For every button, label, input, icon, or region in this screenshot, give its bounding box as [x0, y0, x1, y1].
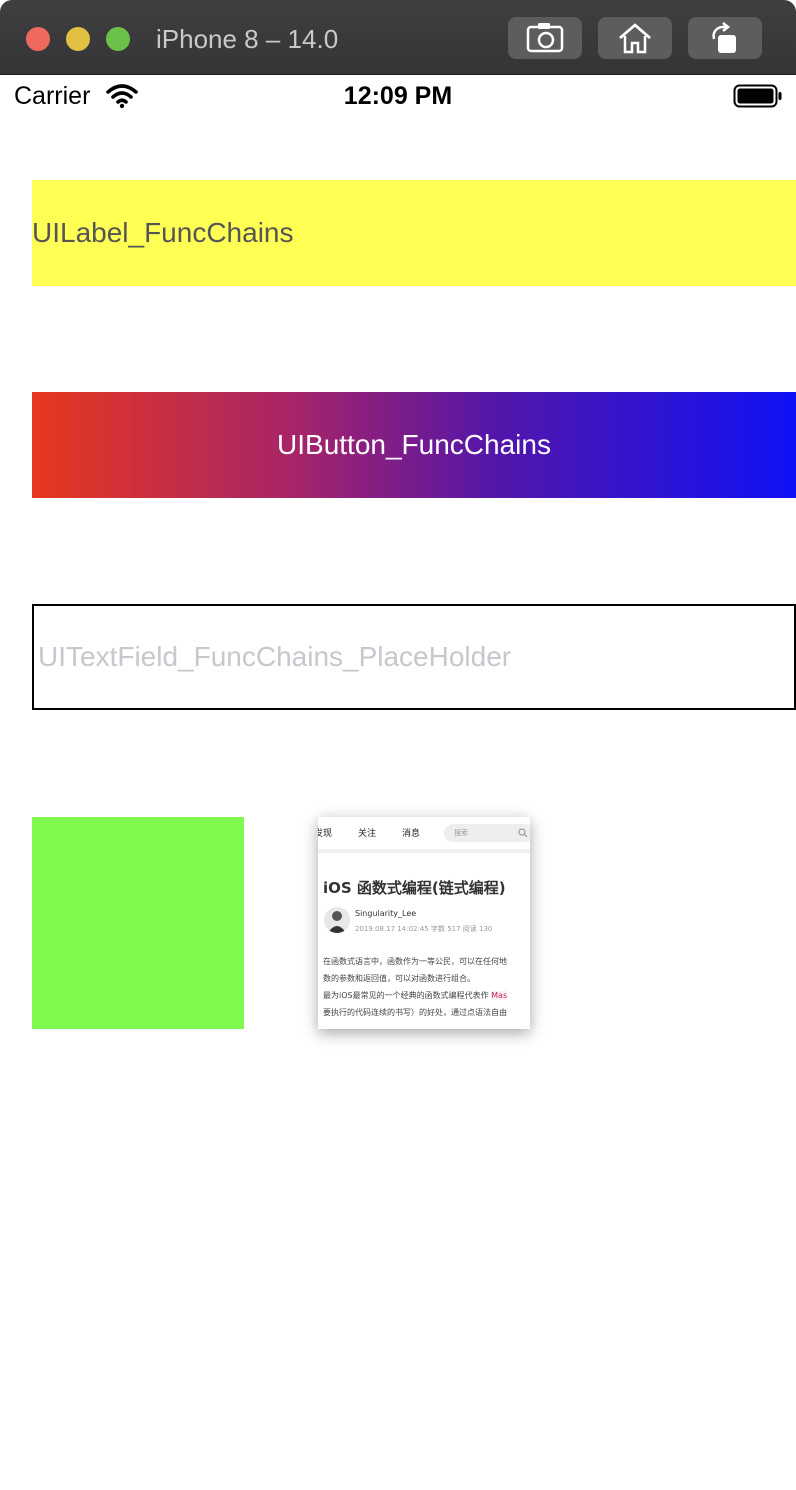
- button-label: UIButton_FuncChains: [277, 429, 551, 460]
- window-title: iPhone 8 – 14.0: [156, 24, 339, 54]
- article-image-view: 发现 关注 消息 搜索 iOS 函数式编程(链式编程) Singularity_…: [318, 817, 530, 1029]
- minimize-window-button[interactable]: [66, 27, 90, 51]
- image-nav-item: 发现: [318, 829, 333, 839]
- home-icon: [619, 23, 651, 54]
- image-article-line: 在函数式语言中，函数作为一等公民，可以在任何地: [323, 957, 507, 966]
- battery-icon: [733, 84, 782, 108]
- image-article-line: 要执行的代码连续的书写）的好处，通过点语法自由: [323, 1008, 507, 1017]
- image-article-line-text: 最为iOS最常见的一个经典的函数式编程代表作: [323, 991, 489, 1000]
- avatar-person-icon: [328, 911, 346, 933]
- screenshot-button[interactable]: [508, 17, 582, 59]
- image-nav-item: 关注: [358, 829, 377, 839]
- image-article-line-with-code: 最为iOS最常见的一个经典的函数式编程代表作 Mas: [323, 990, 508, 1001]
- image-article-meta: 2019.08.17 14:02:45 字数 517 阅读 130: [355, 925, 493, 933]
- close-window-button[interactable]: [26, 27, 50, 51]
- image-article-line: 数的参数和返回值，可以对函数进行组合。: [323, 974, 475, 983]
- camera-icon: [526, 23, 564, 53]
- image-article-title: iOS 函数式编程(链式编程): [323, 879, 506, 897]
- avatar: [324, 907, 350, 933]
- simulator-title-bar: iPhone 8 – 14.0: [0, 0, 796, 75]
- image-search-placeholder: 搜索: [454, 829, 468, 837]
- func-chains-label: UILabel_FuncChains: [32, 180, 796, 286]
- image-article-author: Singularity_Lee: [355, 909, 417, 918]
- image-nav-item: 消息: [402, 829, 421, 839]
- image-nav-bar: 发现 关注 消息 搜索: [318, 817, 530, 853]
- rotate-icon: [712, 22, 736, 53]
- green-view: [32, 817, 244, 1029]
- search-icon: [518, 828, 528, 838]
- func-chains-button[interactable]: UIButton_FuncChains: [32, 392, 796, 498]
- status-bar: Carrier 12:09 PM: [0, 74, 796, 118]
- zoom-window-button[interactable]: [106, 27, 130, 51]
- label-text: UILabel_FuncChains: [32, 217, 294, 248]
- rotate-button[interactable]: [688, 17, 762, 59]
- text-field-placeholder: UITextField_FuncChains_PlaceHolder: [38, 641, 512, 672]
- home-button[interactable]: [598, 17, 672, 59]
- simulator-window: iPhone 8 – 14.0 Carrier 12:09 PM UILabel…: [0, 0, 796, 1490]
- status-time: 12:09 PM: [343, 82, 453, 110]
- image-search-box: 搜索: [444, 824, 530, 842]
- func-chains-text-field[interactable]: UITextField_FuncChains_PlaceHolder: [32, 604, 796, 710]
- image-article-code: Mas: [491, 991, 508, 1000]
